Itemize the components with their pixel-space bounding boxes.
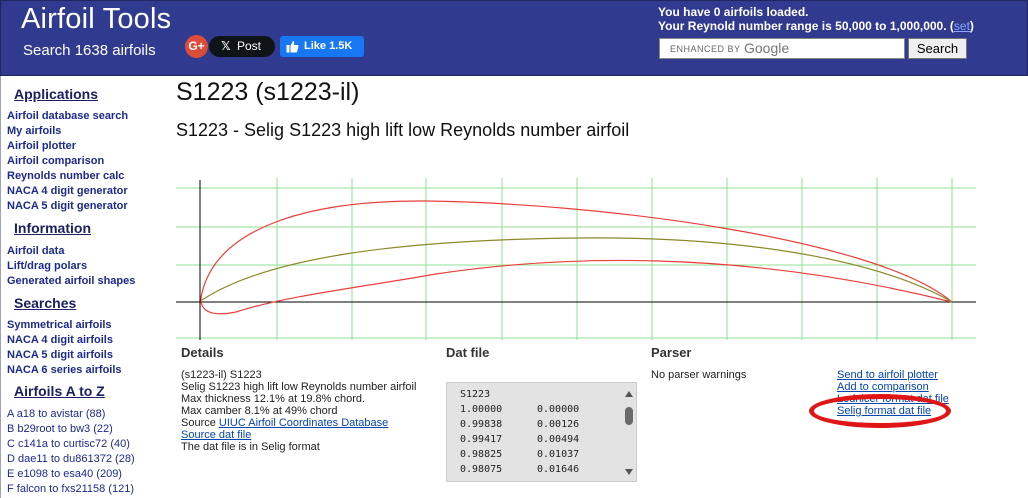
sidebar-item-e[interactable]: E e1098 to esa40 (209) xyxy=(7,468,122,480)
datfile-y: 0.01037 xyxy=(537,449,580,460)
sidebar-heading-applications[interactable]: Applications xyxy=(14,86,98,102)
scroll-thumb[interactable] xyxy=(625,407,633,425)
details-source-dat-line: Source dat file xyxy=(181,429,251,441)
add-to-comparison-link[interactable]: Add to comparison xyxy=(837,381,929,393)
details-format-note: The dat file is in Selig format xyxy=(181,441,320,453)
parser-heading: Parser xyxy=(651,345,692,360)
datfile-y: 0.00126 xyxy=(537,419,580,430)
details-line: Selig S1223 high lift low Reynolds numbe… xyxy=(181,381,417,393)
sidebar-item-airfoil-database-search[interactable]: Airfoil database search xyxy=(7,110,128,122)
sidebar-item-symmetrical[interactable]: Symmetrical airfoils xyxy=(7,319,112,331)
sidebar-item-lift-drag-polars[interactable]: Lift/drag polars xyxy=(7,260,87,272)
sidebar-item-a[interactable]: A a18 to avistar (88) xyxy=(7,408,105,420)
send-to-plotter-link[interactable]: Send to airfoil plotter xyxy=(837,369,938,381)
sidebar-item-f[interactable]: F falcon to fxs21158 (121) xyxy=(7,483,134,495)
sidebar-item-generated-shapes[interactable]: Generated airfoil shapes xyxy=(7,275,135,287)
datfile-x: 0.98075 xyxy=(460,464,503,475)
facebook-like-label: Like 1.5K xyxy=(304,40,353,52)
sidebar-item-airfoil-comparison[interactable]: Airfoil comparison xyxy=(7,155,104,167)
sidebar-heading-information[interactable]: Information xyxy=(14,220,91,236)
sidebar-item-reynolds-number-calc[interactable]: Reynolds number calc xyxy=(7,170,124,182)
facebook-like-button[interactable]: Like 1.5K xyxy=(280,36,364,57)
sidebar-heading-searches[interactable]: Searches xyxy=(14,295,76,311)
sidebar-item-naca6-airfoils[interactable]: NACA 6 series airfoils xyxy=(7,364,122,376)
datfile-y: 0.00000 xyxy=(537,404,580,415)
datfile-x: 0.99417 xyxy=(460,434,503,445)
datfile-heading: Dat file xyxy=(446,345,490,360)
google-logo: Google xyxy=(744,40,790,56)
site-title[interactable]: Airfoil Tools xyxy=(21,3,171,36)
sidebar-item-my-airfoils[interactable]: My airfoils xyxy=(7,125,61,137)
datfile-x: 0.98825 xyxy=(460,449,503,460)
sidebar-item-naca5-airfoils[interactable]: NACA 5 digit airfoils xyxy=(7,349,113,361)
datfile-x: 1.00000 xyxy=(460,404,503,415)
search-enhanced-label: ENHANCED BY xyxy=(670,44,741,54)
search-input[interactable]: ENHANCED BY Google xyxy=(659,38,905,59)
site-subtitle: Search 1638 airfoils xyxy=(23,42,156,59)
sidebar-item-b[interactable]: B b29root to bw3 (22) xyxy=(7,423,113,435)
site-header: Airfoil Tools Search 1638 airfoils G+ 𝕏 … xyxy=(0,0,1028,76)
x-post-label: Post xyxy=(237,39,262,53)
datfile-y: 0.00494 xyxy=(537,434,580,445)
parser-message: No parser warnings xyxy=(651,369,747,381)
details-line: (s1223-il) S1223 xyxy=(181,369,262,381)
datfile-textarea[interactable]: S1223 1.00000 0.00000 0.99838 0.00126 0.… xyxy=(446,382,637,482)
sidebar-item-naca4-airfoils[interactable]: NACA 4 digit airfoils xyxy=(7,334,113,346)
datfile-y: 0.01646 xyxy=(537,464,580,475)
reynolds-range-text: Your Reynold number range is 50,000 to 1… xyxy=(658,19,974,33)
sidebar-item-airfoil-data[interactable]: Airfoil data xyxy=(7,245,64,257)
details-heading: Details xyxy=(181,345,224,360)
details-line: Max thickness 12.1% at 19.8% chord. xyxy=(181,393,366,405)
header-info: You have 0 airfoils loaded. Your Reynold… xyxy=(658,5,974,33)
sidebar-item-d[interactable]: D dae11 to du861372 (28) xyxy=(7,453,135,465)
sidebar-item-naca4-generator[interactable]: NACA 4 digit generator xyxy=(7,185,128,197)
reynolds-set-link[interactable]: set xyxy=(954,19,970,33)
scroll-down-arrow-icon[interactable] xyxy=(625,469,633,475)
google-plus-button[interactable]: G+ xyxy=(185,35,208,58)
sidebar-item-naca5-generator[interactable]: NACA 5 digit generator xyxy=(7,200,128,212)
plot-grid xyxy=(176,178,976,340)
sidebar-item-c[interactable]: C c141a to curtisc72 (40) xyxy=(7,438,130,450)
uiuc-database-link[interactable]: UIUC Airfoil Coordinates Database xyxy=(219,417,388,429)
x-post-button[interactable]: 𝕏 Post xyxy=(209,36,275,57)
sidebar-item-airfoil-plotter[interactable]: Airfoil plotter xyxy=(7,140,76,152)
datfile-x: 0.99838 xyxy=(460,419,503,430)
datfile-name: S1223 xyxy=(460,389,491,400)
details-source-line: Source UIUC Airfoil Coordinates Database xyxy=(181,417,389,429)
page-title: S1223 (s1223-il) xyxy=(176,78,360,106)
search-button[interactable]: Search xyxy=(908,38,967,59)
source-dat-file-link[interactable]: Source dat file xyxy=(181,429,251,441)
thumbs-up-icon xyxy=(286,41,299,53)
highlight-circle xyxy=(809,394,951,428)
page-subtitle: S1223 - Selig S1223 high lift low Reynol… xyxy=(176,120,630,140)
sidebar-heading-a-to-z[interactable]: Airfoils A to Z xyxy=(14,383,105,399)
loaded-count-text: You have 0 airfoils loaded. xyxy=(658,5,809,19)
scroll-up-arrow-icon[interactable] xyxy=(625,391,633,397)
details-line: Max camber 8.1% at 49% chord xyxy=(181,405,338,417)
x-logo-icon: 𝕏 xyxy=(221,39,231,53)
datfile-scrollbar[interactable] xyxy=(622,383,636,481)
airfoil-plot xyxy=(176,178,976,340)
